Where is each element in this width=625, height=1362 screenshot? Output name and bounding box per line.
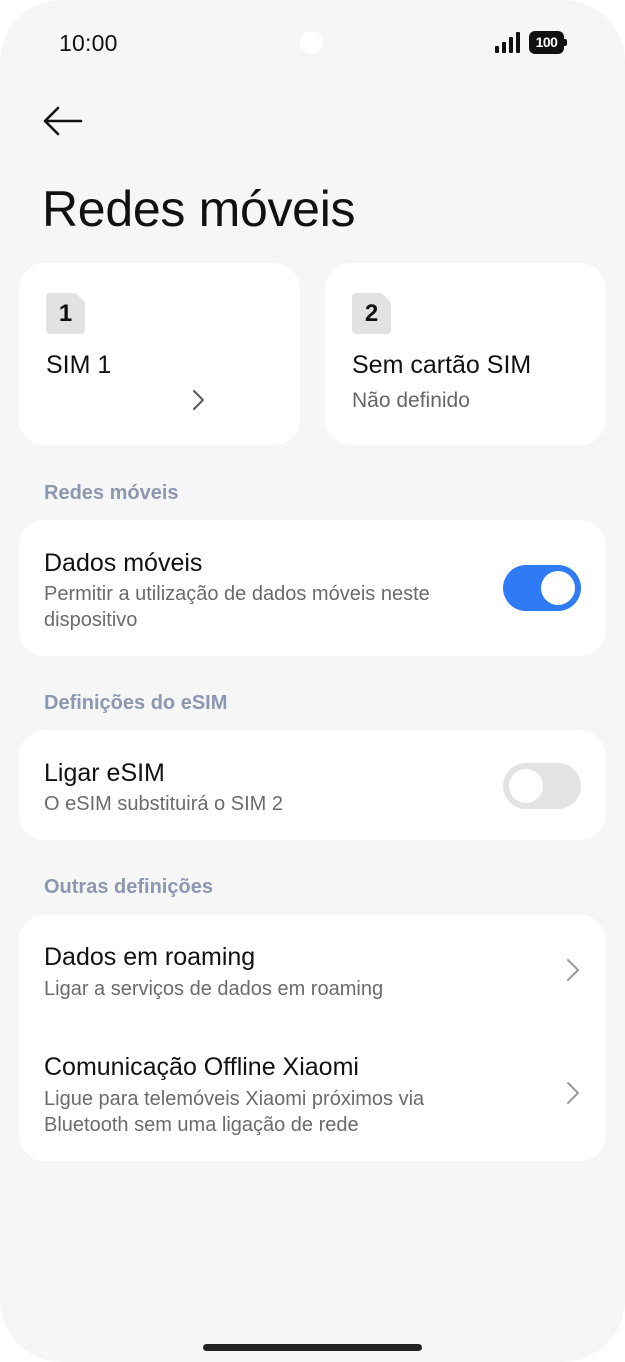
enable-esim-subtitle: O eSIM substituirá o SIM 2: [44, 793, 283, 815]
esim-card: Ligar eSIM O eSIM substituirá o SIM 2: [19, 730, 606, 840]
chevron-right-icon: [193, 390, 204, 410]
roaming-subtitle: Ligar a serviços de dados em roaming: [44, 978, 384, 1000]
sim-name: SIM 1: [46, 351, 112, 379]
phone-screen: 10:00 100 Redes móveis 1 SIM 1 2 Sem car…: [0, 0, 625, 1362]
arrow-left-icon: [43, 106, 83, 136]
mobile-data-title: Dados móveis: [44, 549, 203, 577]
sim-status: Não definido: [352, 389, 470, 412]
battery-level: 100: [529, 31, 564, 54]
section-header-esim: Definições do eSIM: [44, 692, 228, 714]
camera-cutout: [300, 31, 323, 54]
offline-communication-subtitle-cont: Bluetooth sem uma ligação de rede: [44, 1114, 359, 1136]
enable-esim-title: Ligar eSIM: [44, 759, 165, 787]
home-indicator[interactable]: [203, 1344, 422, 1351]
chevron-right-icon: [567, 959, 579, 981]
section-header-other: Outras definições: [44, 876, 213, 898]
mobile-data-subtitle: Permitir a utilização de dados móveis ne…: [44, 583, 430, 605]
mobile-data-subtitle-cont: dispositivo: [44, 609, 138, 631]
status-bar: 10:00 100: [0, 0, 625, 88]
offline-communication-title: Comunicação Offline Xiaomi: [44, 1053, 359, 1081]
other-settings-card: Dados em roaming Ligar a serviços de dad…: [19, 915, 606, 1161]
offline-communication-subtitle: Ligue para telemóveis Xiaomi próximos vi…: [44, 1088, 425, 1110]
chevron-right-icon: [567, 1082, 579, 1104]
sim-slot-icon: 2: [352, 293, 391, 334]
roaming-title: Dados em roaming: [44, 943, 256, 971]
toggle-knob: [541, 571, 575, 605]
sim-card-2[interactable]: 2 Sem cartão SIM Não definido: [325, 263, 606, 445]
mobile-data-toggle[interactable]: [503, 565, 581, 611]
offline-communication-row[interactable]: Comunicação Offline Xiaomi Ligue para te…: [19, 1023, 606, 1161]
section-header-mobile-networks: Redes móveis: [44, 482, 179, 504]
battery-icon: 100: [529, 31, 568, 54]
sim-name: Sem cartão SIM: [352, 351, 532, 379]
sim-slot-icon: 1: [46, 293, 85, 334]
signal-icon: [495, 32, 521, 53]
back-button[interactable]: [38, 100, 88, 144]
sim-card-1[interactable]: 1 SIM 1: [19, 263, 300, 445]
status-time: 10:00: [59, 30, 118, 56]
enable-esim-toggle[interactable]: [503, 763, 581, 809]
roaming-row[interactable]: Dados em roaming Ligar a serviços de dad…: [19, 915, 606, 1023]
page-title: Redes móveis: [42, 181, 356, 237]
mobile-data-card: Dados móveis Permitir a utilização de da…: [19, 520, 606, 656]
toggle-knob: [509, 769, 543, 803]
